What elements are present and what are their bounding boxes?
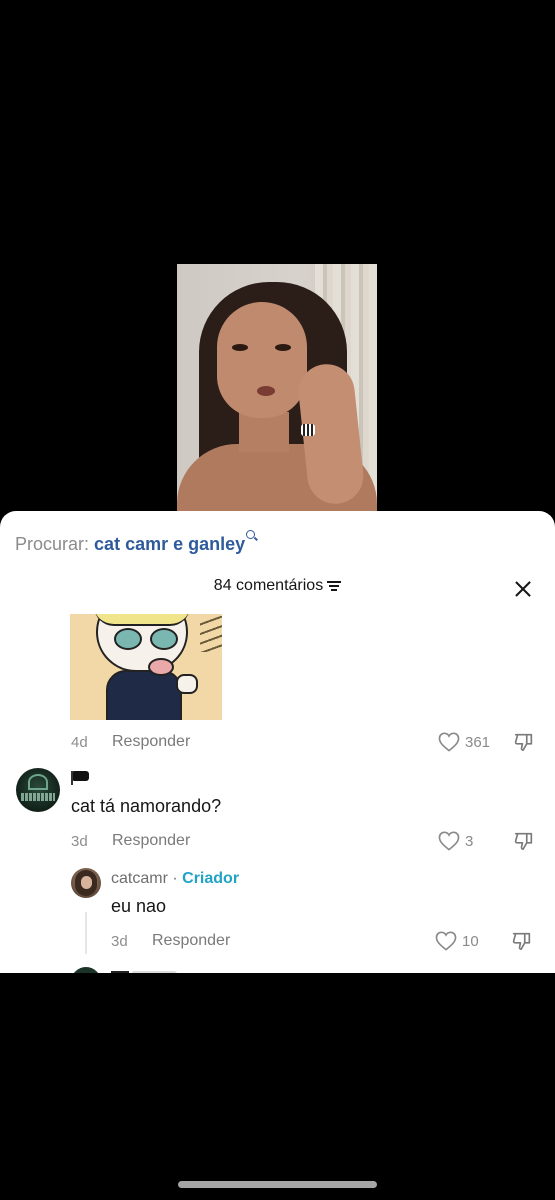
search-icon[interactable] <box>246 530 258 542</box>
video-person-neck <box>239 412 289 452</box>
search-label: Procurar: <box>15 534 90 554</box>
creator-badge: Criador <box>182 870 240 887</box>
video-person-eye <box>232 344 248 351</box>
sticker-hair <box>94 614 190 626</box>
reply-text: eu nao <box>111 896 167 916</box>
reply-button[interactable]: Responder <box>152 932 230 950</box>
comments-sheet: Procurar: cat camr e ganley 84 comentári… <box>0 511 555 973</box>
heart-icon[interactable] <box>438 831 460 851</box>
next-reply-avatar[interactable] <box>71 967 101 973</box>
creator-avatar[interactable] <box>71 868 101 898</box>
like-count: 10 <box>462 933 479 950</box>
search-term-link[interactable]: cat camr e ganley <box>94 534 245 554</box>
heart-icon[interactable] <box>435 931 457 951</box>
dislike-icon[interactable] <box>513 830 535 852</box>
username-separator: · <box>172 870 178 887</box>
like-count: 3 <box>465 833 474 850</box>
reply-button[interactable]: Responder <box>112 832 190 850</box>
avatar[interactable] <box>16 768 60 812</box>
like-count: 361 <box>465 734 491 751</box>
comment-time: 3d <box>71 833 88 850</box>
comments-header: 84 comentários <box>0 577 555 595</box>
sticker-suit <box>106 670 182 720</box>
reply-button[interactable]: Responder <box>112 733 190 751</box>
filter-icon[interactable] <box>327 580 342 591</box>
search-suggestion[interactable]: Procurar: cat camr e ganley <box>15 530 258 555</box>
close-icon[interactable] <box>513 579 533 599</box>
video-person-mouth <box>257 386 275 396</box>
video-person-ring <box>301 424 315 436</box>
comment-count: 84 comentários <box>213 577 324 594</box>
video-preview[interactable] <box>177 264 377 512</box>
sticker-eye <box>114 628 142 650</box>
avatar-logo <box>28 774 48 790</box>
avatar-lettering <box>21 793 55 801</box>
reply-username-row[interactable]: catcamr · Criador <box>111 870 239 888</box>
video-person-face <box>217 302 307 418</box>
dislike-icon[interactable] <box>511 930 533 952</box>
sticker-fist <box>176 674 198 694</box>
video-person-eye <box>275 344 291 351</box>
black-flag-icon[interactable] <box>71 771 91 785</box>
comment-time: 4d <box>71 734 88 751</box>
comment-text: cat tá namorando? <box>71 796 222 816</box>
reply-time: 3d <box>111 933 128 950</box>
thread-line <box>85 912 87 954</box>
reply-username[interactable]: catcamr <box>111 870 168 887</box>
next-reply-flag <box>111 971 129 973</box>
comment-sticker-image[interactable] <box>70 614 222 720</box>
home-indicator[interactable] <box>178 1181 377 1188</box>
dislike-icon[interactable] <box>513 731 535 753</box>
sticker-eye <box>150 628 178 650</box>
sticker-lips <box>148 658 174 676</box>
sticker-motion-lines <box>200 616 222 652</box>
heart-icon[interactable] <box>438 732 460 752</box>
next-reply-username-placeholder <box>131 971 177 973</box>
